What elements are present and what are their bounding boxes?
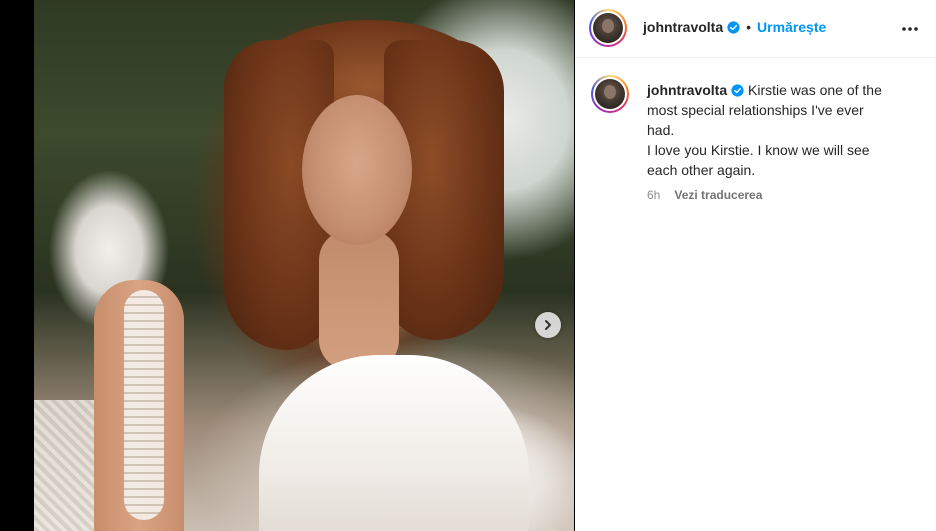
post-caption: johntravolta Kirstie was one of the most… [647, 80, 919, 180]
header-avatar[interactable] [589, 9, 627, 47]
avatar [595, 79, 625, 109]
verified-badge-icon [727, 20, 740, 34]
caption-meta: 6h Vezi traducerea [647, 188, 762, 202]
follow-button[interactable]: Urmărește [757, 19, 826, 35]
caption-text-line-4: I love you Kirstie. I know we will see [647, 142, 870, 158]
caption-text-line-2: most special relationships I've ever [647, 102, 864, 118]
caption-text-line-3: had. [647, 122, 675, 138]
header-separator: • [746, 19, 752, 35]
chevron-right-icon [545, 320, 551, 330]
avatar [593, 13, 623, 43]
photo-dress [259, 355, 529, 531]
header-username[interactable]: johntravolta [643, 19, 723, 35]
more-options-icon[interactable] [900, 19, 920, 39]
header-user-row: johntravolta • Urmărește [643, 19, 826, 35]
media-left-letterbox [0, 0, 34, 531]
caption-username[interactable]: johntravolta [647, 82, 727, 98]
post-photo[interactable] [34, 0, 574, 531]
photo-pearls [124, 290, 164, 520]
photo-neck [319, 230, 399, 370]
post-side-panel: johntravolta • Urmărește johntravolta Ki… [575, 0, 936, 531]
see-translation-button[interactable]: Vezi traducerea [674, 188, 762, 202]
caption-avatar[interactable] [591, 75, 629, 113]
verified-badge-icon [731, 84, 744, 97]
post-header: johntravolta • Urmărește [575, 0, 936, 58]
caption-text-line-5: each other again. [647, 162, 756, 178]
post-time[interactable]: 6h [647, 188, 660, 202]
caption-text-line-1: Kirstie was one of the [748, 82, 882, 98]
photo-face [302, 95, 412, 245]
next-photo-button[interactable] [535, 312, 561, 338]
